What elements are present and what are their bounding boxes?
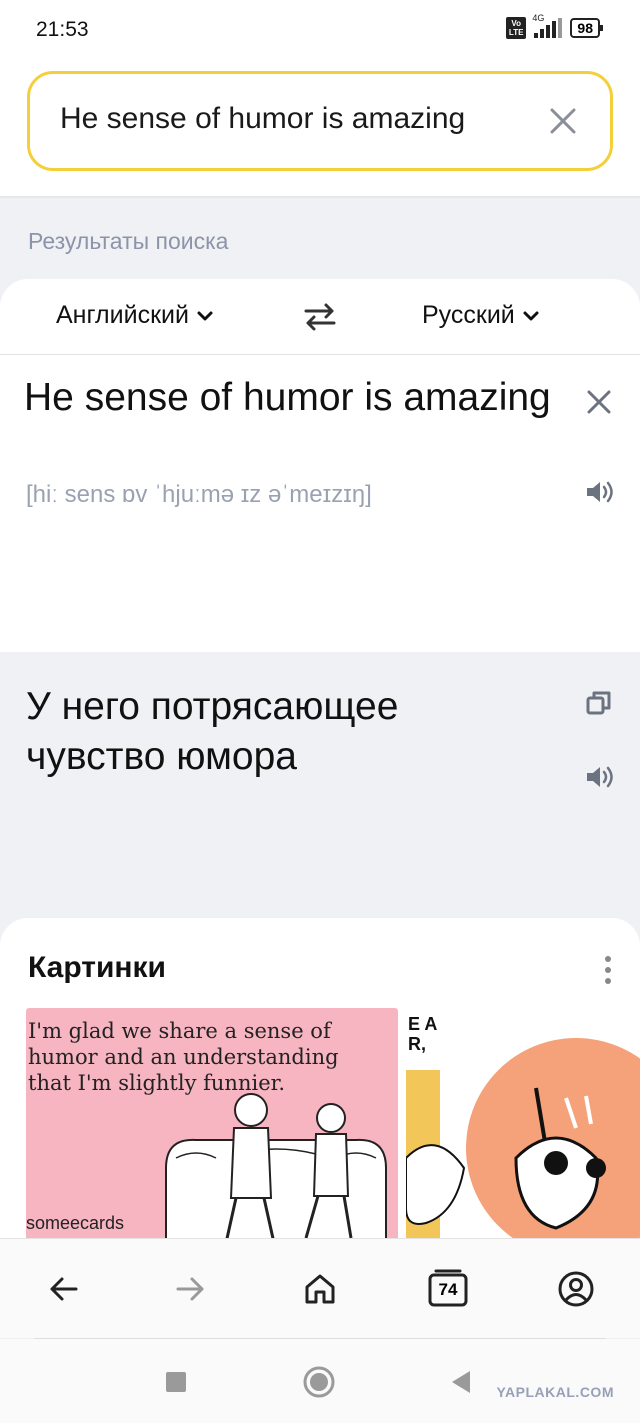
more-options-icon[interactable] bbox=[598, 954, 618, 986]
system-navigation: YAPLAKAL.COM bbox=[0, 1339, 640, 1423]
cartoon-illustration bbox=[406, 1008, 640, 1248]
copy-icon[interactable] bbox=[584, 688, 614, 718]
transcription: [hiː sens ɒv ˈhjuːmə ɪz əˈmeɪzɪŋ] bbox=[26, 481, 372, 508]
recents-icon[interactable] bbox=[159, 1365, 193, 1399]
profile-icon[interactable] bbox=[556, 1269, 596, 1309]
back-triangle-icon[interactable] bbox=[444, 1365, 478, 1399]
swap-languages-icon[interactable] bbox=[302, 301, 338, 333]
status-time: 21:53 bbox=[36, 18, 89, 41]
speaker-icon[interactable] bbox=[584, 762, 616, 792]
vintage-illustration bbox=[165, 1093, 387, 1248]
source-language-select[interactable]: Английский bbox=[56, 301, 215, 330]
watermark: YAPLAKAL.COM bbox=[496, 1384, 614, 1400]
image-2-text: E A R, bbox=[408, 1014, 437, 1054]
signal-icon: 4G bbox=[532, 13, 563, 38]
home-circle-icon[interactable] bbox=[302, 1365, 336, 1399]
back-arrow-icon[interactable] bbox=[44, 1269, 84, 1309]
results-label: Результаты поиска bbox=[28, 228, 229, 254]
source-language-label: Английский bbox=[56, 301, 189, 329]
status-bar: 21:53 Vo LTE 4G 98 bbox=[0, 0, 640, 50]
images-title: Картинки bbox=[28, 951, 167, 984]
chevron-down-icon bbox=[523, 311, 539, 320]
translation-pane: У него потрясающее чувство юмора bbox=[0, 652, 640, 904]
clear-source-icon[interactable] bbox=[584, 387, 614, 417]
speaker-icon[interactable] bbox=[584, 477, 616, 507]
battery-icon: 98 bbox=[570, 18, 603, 38]
translator-card: Английский Русский He sense of humor is … bbox=[0, 279, 640, 904]
language-row: Английский Русский bbox=[0, 279, 640, 355]
image-result-1[interactable]: I'm glad we share a sense of humor and a… bbox=[26, 1008, 398, 1248]
clear-search-icon[interactable] bbox=[546, 104, 580, 138]
search-box[interactable] bbox=[27, 71, 613, 171]
volte-icon: Vo LTE bbox=[505, 17, 527, 39]
chevron-down-icon bbox=[197, 311, 213, 320]
forward-arrow-icon[interactable] bbox=[170, 1269, 210, 1309]
home-icon[interactable] bbox=[300, 1269, 340, 1309]
image-result-2[interactable]: E A R, bbox=[406, 1008, 640, 1248]
network-type: 4G bbox=[532, 13, 545, 23]
source-text[interactable]: He sense of humor is amazing bbox=[24, 373, 564, 423]
status-icons: Vo LTE 4G 98 bbox=[505, 13, 603, 39]
tab-count: 74 bbox=[438, 1280, 458, 1299]
translation-text: У него потрясающее чувство юмора bbox=[26, 685, 399, 778]
image-1-brand: someecards bbox=[26, 1213, 125, 1233]
tabs-button[interactable]: 74 bbox=[426, 1269, 470, 1309]
browser-toolbar: 74 bbox=[0, 1238, 640, 1338]
images-card: Картинки I'm glad we share a sense of hu… bbox=[0, 918, 640, 1248]
target-language-label: Русский bbox=[422, 301, 515, 329]
search-input[interactable] bbox=[60, 102, 540, 136]
target-language-select[interactable]: Русский bbox=[422, 301, 541, 330]
search-area bbox=[0, 50, 640, 198]
